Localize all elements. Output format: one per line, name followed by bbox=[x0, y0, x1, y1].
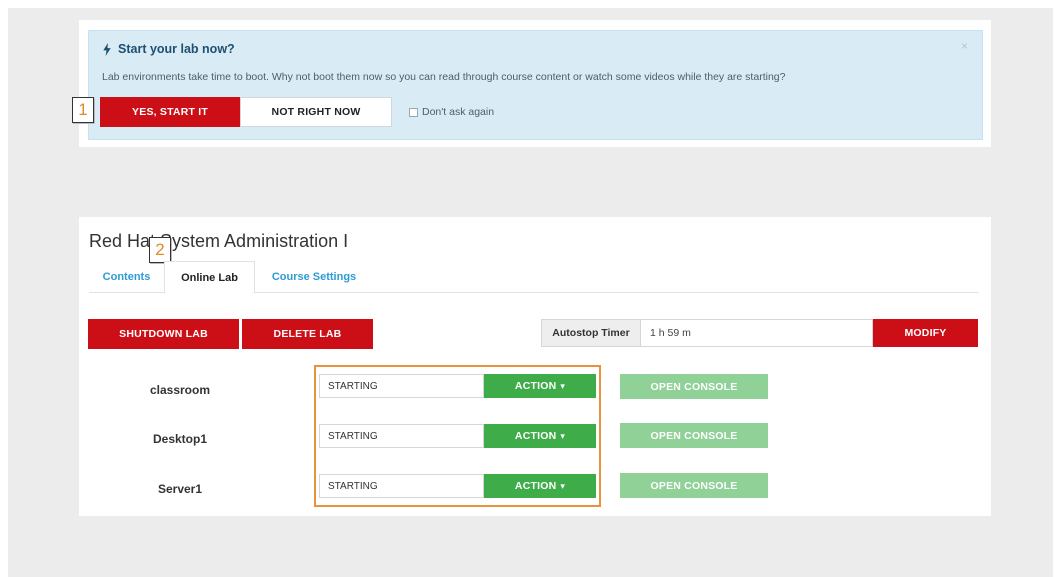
yes-start-it-label: YES, START IT bbox=[132, 106, 208, 118]
open-console-label: OPEN CONSOLE bbox=[650, 429, 738, 442]
dont-ask-again-checkbox[interactable] bbox=[409, 107, 418, 117]
vm-status-classroom: STARTING bbox=[319, 374, 484, 398]
dont-ask-again-option[interactable]: Don't ask again bbox=[409, 106, 494, 118]
tab-course-settings[interactable]: Course Settings bbox=[255, 261, 373, 293]
vm-name-desktop1: Desktop1 bbox=[152, 432, 208, 446]
yes-start-it-button[interactable]: YES, START IT bbox=[100, 97, 240, 127]
shutdown-lab-label: SHUTDOWN LAB bbox=[119, 328, 208, 340]
action-dropdown-server1[interactable]: ACTION ▾ bbox=[484, 474, 596, 498]
shutdown-lab-button[interactable]: SHUTDOWN LAB bbox=[88, 319, 239, 349]
notice-title: Start your lab now? bbox=[102, 42, 235, 56]
vm-name-server1: Server1 bbox=[157, 482, 203, 496]
open-console-label: OPEN CONSOLE bbox=[650, 479, 738, 492]
modify-label: MODIFY bbox=[904, 327, 947, 339]
bolt-icon bbox=[103, 42, 111, 56]
vm-status-text: STARTING bbox=[328, 430, 378, 442]
tab-online-lab-label: Online Lab bbox=[181, 271, 238, 284]
callout-2: 2 bbox=[149, 237, 171, 263]
notice-message: Lab environments take time to boot. Why … bbox=[102, 71, 786, 83]
open-console-button-server1[interactable]: OPEN CONSOLE bbox=[620, 473, 768, 498]
callout-1: 1 bbox=[72, 97, 94, 123]
open-console-button-classroom[interactable]: OPEN CONSOLE bbox=[620, 374, 768, 399]
modify-button[interactable]: MODIFY bbox=[873, 319, 978, 347]
tab-contents[interactable]: Contents bbox=[89, 261, 164, 293]
vm-status-text: STARTING bbox=[328, 380, 378, 392]
autostop-timer-label: Autostop Timer bbox=[541, 319, 641, 347]
caret-down-icon: ▾ bbox=[560, 430, 566, 441]
delete-lab-button[interactable]: DELETE LAB bbox=[242, 319, 373, 349]
action-dropdown-desktop1[interactable]: ACTION ▾ bbox=[484, 424, 596, 448]
tab-contents-label: Contents bbox=[102, 271, 151, 283]
tab-course-settings-label: Course Settings bbox=[271, 271, 357, 283]
course-tabs: Contents Online Lab Course Settings bbox=[89, 261, 979, 294]
tab-online-lab[interactable]: Online Lab bbox=[164, 261, 255, 294]
autostop-timer-value: 1 h 59 m bbox=[650, 327, 691, 339]
start-lab-notice: Start your lab now? × Lab environments t… bbox=[88, 30, 983, 140]
vm-status-server1: STARTING bbox=[319, 474, 484, 498]
action-label: ACTION bbox=[514, 380, 557, 392]
open-console-label: OPEN CONSOLE bbox=[650, 380, 738, 393]
vm-name-classroom: classroom bbox=[149, 383, 211, 397]
close-icon[interactable]: × bbox=[961, 40, 968, 52]
delete-lab-label: DELETE LAB bbox=[273, 328, 342, 340]
vm-status-text: STARTING bbox=[328, 480, 378, 492]
vm-status-desktop1: STARTING bbox=[319, 424, 484, 448]
dont-ask-again-label: Don't ask again bbox=[422, 106, 495, 118]
action-label: ACTION bbox=[514, 430, 557, 442]
caret-down-icon: ▾ bbox=[560, 380, 566, 391]
not-right-now-label: NOT RIGHT NOW bbox=[271, 106, 361, 118]
notice-title-text: Start your lab now? bbox=[118, 42, 235, 56]
not-right-now-button[interactable]: NOT RIGHT NOW bbox=[240, 97, 392, 127]
caret-down-icon: ▾ bbox=[560, 480, 566, 491]
open-console-button-desktop1[interactable]: OPEN CONSOLE bbox=[620, 423, 768, 448]
autostop-timer-field[interactable]: 1 h 59 m bbox=[641, 319, 873, 347]
action-label: ACTION bbox=[514, 480, 557, 492]
course-title: Red Hat System Administration I bbox=[89, 231, 349, 251]
action-dropdown-classroom[interactable]: ACTION ▾ bbox=[484, 374, 596, 398]
